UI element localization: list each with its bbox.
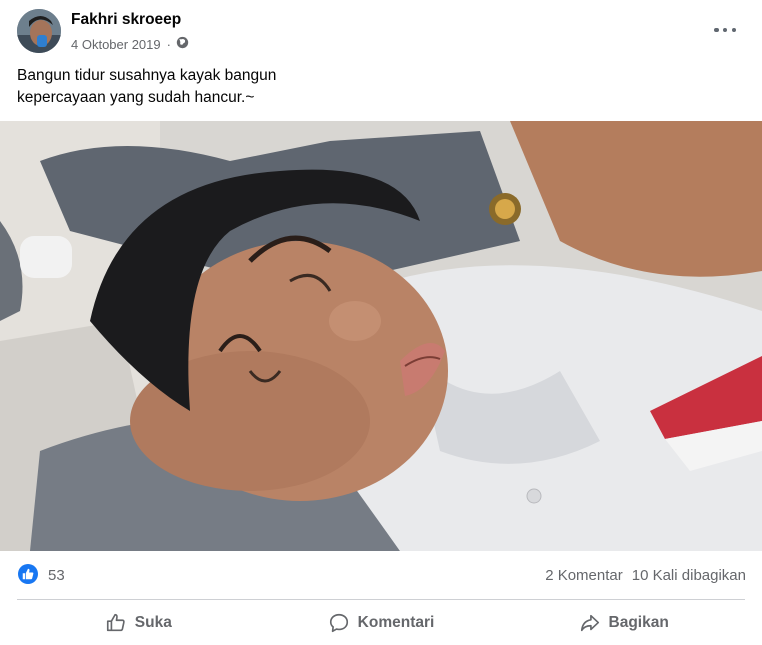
like-icon[interactable] [18, 564, 38, 584]
meta-separator: · [166, 36, 171, 52]
comment-count[interactable]: 2 Komentar [545, 567, 623, 584]
avatar[interactable] [17, 9, 61, 53]
post-photo[interactable] [0, 121, 762, 551]
thumbs-up-icon [106, 613, 125, 631]
reaction-count[interactable]: 53 [48, 567, 65, 584]
share-count[interactable]: 10 Kali dibagikan [632, 567, 746, 584]
post-meta: 4 Oktober 2019 · [71, 36, 189, 52]
like-label: Suka [134, 613, 172, 631]
globe-icon[interactable] [176, 36, 189, 52]
share-label: Bagikan [608, 613, 669, 631]
more-options-icon[interactable] [714, 26, 736, 34]
author-name[interactable]: Fakhri skroeep [71, 11, 181, 29]
post-stats: 53 2 Komentar 10 Kali dibagikan [0, 551, 762, 599]
share-icon [580, 614, 599, 631]
share-button[interactable]: Bagikan [502, 600, 745, 645]
comment-label: Komentari [357, 613, 435, 631]
post-header: Fakhri skroeep 4 Oktober 2019 · [0, 0, 762, 62]
like-button[interactable]: Suka [17, 600, 260, 645]
comment-icon [329, 613, 348, 632]
post-date[interactable]: 4 Oktober 2019 [71, 37, 161, 52]
post-caption: Bangun tidur susahnya kayak bangun keper… [17, 67, 277, 106]
comment-button[interactable]: Komentari [260, 600, 503, 645]
action-bar: Suka Komentari Bagikan [17, 600, 745, 645]
